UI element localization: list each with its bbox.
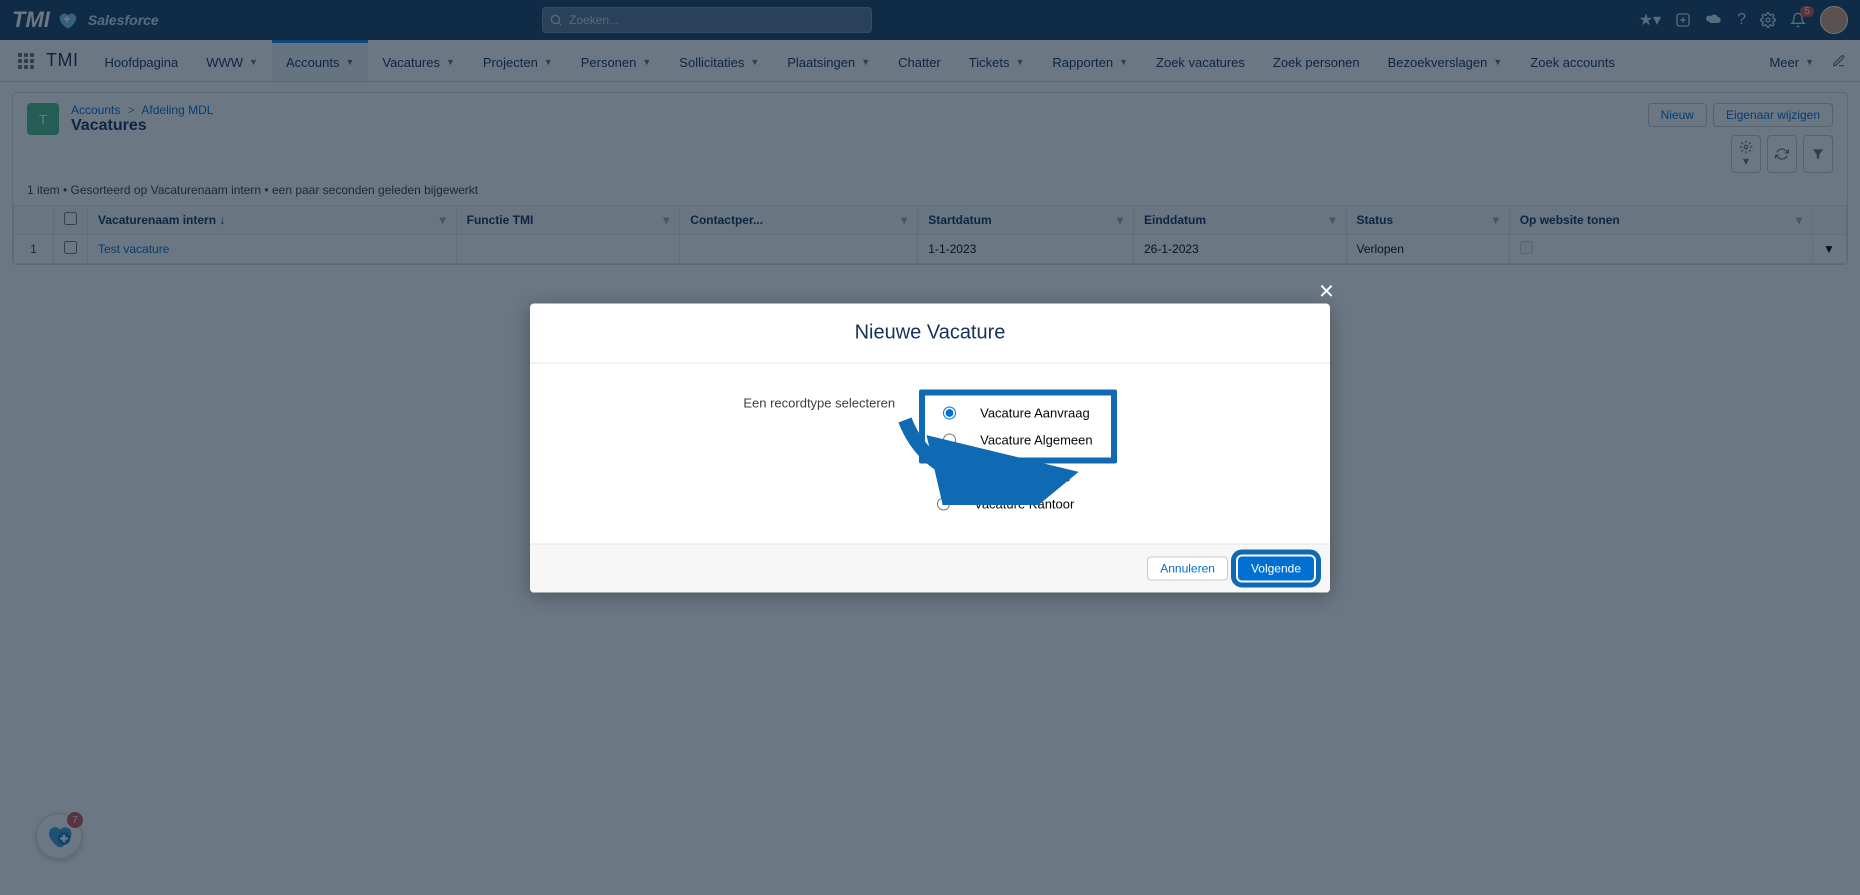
recordtype-radio[interactable] xyxy=(943,433,956,446)
modal-body: Een recordtype selecteren Vacature Aanvr… xyxy=(530,363,1330,544)
recordtype-radio[interactable] xyxy=(937,470,950,483)
recordtype-radio[interactable] xyxy=(937,497,950,510)
recordtype-options: Vacature AanvraagVacature AlgemeenVacatu… xyxy=(919,389,1117,517)
modal-next-button[interactable]: Volgende xyxy=(1238,556,1314,580)
new-record-modal: × Nieuwe Vacature Een recordtype selecte… xyxy=(530,303,1330,592)
modal-cancel-button[interactable]: Annuleren xyxy=(1147,556,1228,580)
recordtype-label-text: Vacature Algemeen xyxy=(980,432,1093,447)
recordtype-option[interactable]: Vacature Kantoor xyxy=(919,490,1117,517)
recordtype-label-text: Vacature Cursus xyxy=(974,469,1070,484)
annotation-highlight: Vacature Aanvraag Vacature Algemeen xyxy=(919,389,1117,463)
recordtype-radio[interactable] xyxy=(943,406,956,419)
recordtype-option[interactable]: Vacature Algemeen xyxy=(925,426,1111,453)
recordtype-option[interactable]: Vacature Aanvraag xyxy=(925,399,1111,426)
modal-footer: Annuleren Volgende xyxy=(530,544,1330,592)
modal-title: Nieuwe Vacature xyxy=(530,303,1330,363)
recordtype-label-text: Vacature Kantoor xyxy=(974,496,1074,511)
recordtype-label: Een recordtype selecteren xyxy=(743,389,895,410)
modal-close-button[interactable]: × xyxy=(1319,275,1334,306)
recordtype-option[interactable]: Vacature Cursus xyxy=(919,463,1117,490)
recordtype-label-text: Vacature Aanvraag xyxy=(980,405,1090,420)
